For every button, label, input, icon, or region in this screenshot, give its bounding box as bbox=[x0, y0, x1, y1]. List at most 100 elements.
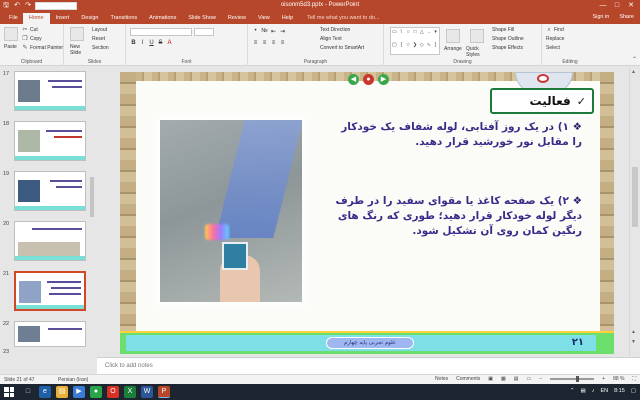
share-button[interactable]: Share bbox=[619, 14, 634, 20]
shapes-gallery[interactable]: ▭ \ ○ □ △ → ▾ ▢ { ☆ ❯ ◇ ∿ } bbox=[390, 27, 440, 55]
activity-item-1[interactable]: ❖ ۱) در یک روز آفتابی، لوله شفاف یک خودک… bbox=[334, 120, 582, 150]
tab-home[interactable]: Home bbox=[22, 13, 50, 24]
tab-design[interactable]: Design bbox=[75, 13, 104, 24]
chrome-icon[interactable]: ● bbox=[90, 386, 102, 398]
normal-view-icon[interactable]: ▣ bbox=[488, 376, 493, 382]
shape-fill-button[interactable]: Shape Fill bbox=[492, 27, 514, 33]
paste-icon[interactable] bbox=[4, 27, 18, 41]
excel-icon[interactable]: X bbox=[124, 386, 136, 398]
align-left-icon[interactable]: ≡ bbox=[252, 40, 259, 46]
arrange-icon[interactable] bbox=[446, 29, 460, 43]
rectangle2-shape-icon[interactable]: □ bbox=[412, 28, 419, 41]
text-direction-button[interactable]: Text Direction bbox=[320, 27, 350, 33]
slide-thumbnail-active[interactable] bbox=[14, 271, 86, 311]
home-icon[interactable]: ● bbox=[363, 74, 374, 85]
slide-canvas[interactable]: ◀ ● ▶ فعالیت ✓ ❖ ۱) در یک روز آفتابی، لو… bbox=[120, 72, 614, 354]
brace2-shape-icon[interactable]: } bbox=[432, 41, 439, 54]
tab-transitions[interactable]: Transitions bbox=[104, 13, 143, 24]
bold-icon[interactable]: B bbox=[130, 40, 137, 46]
next-slide-icon[interactable]: ▼ bbox=[631, 339, 636, 345]
vertical-scrollbar[interactable]: ▲ ▲ ▼ bbox=[629, 67, 640, 356]
replace-button[interactable]: Replace bbox=[546, 36, 564, 42]
zoom-slider[interactable] bbox=[550, 376, 595, 382]
oval-shape-icon[interactable]: ○ bbox=[405, 28, 412, 41]
indent-increase-icon[interactable]: ⇥ bbox=[279, 28, 286, 35]
file-explorer-icon[interactable]: ▤ bbox=[56, 386, 68, 398]
italic-icon[interactable]: I bbox=[139, 40, 146, 46]
align-center-icon[interactable]: ≡ bbox=[261, 40, 268, 46]
quick-styles-button[interactable]: Quick Styles bbox=[466, 46, 488, 58]
tab-view[interactable]: View bbox=[252, 13, 276, 24]
indent-decrease-icon[interactable]: ⇤ bbox=[270, 28, 277, 35]
minimize-button[interactable]: — bbox=[596, 0, 610, 12]
clock[interactable]: 8:15 bbox=[614, 388, 625, 394]
slide-thumbnail[interactable] bbox=[14, 171, 86, 211]
diamond-shape-icon[interactable]: ◇ bbox=[418, 41, 425, 54]
fit-slide-icon[interactable]: ⛶ bbox=[632, 376, 636, 382]
smartart-button[interactable]: Convert to SmartArt bbox=[320, 45, 364, 51]
language-indicator[interactable]: Persian (Iran) bbox=[58, 377, 88, 383]
slide-thumbnail[interactable] bbox=[14, 121, 86, 161]
tray-arrow-icon[interactable]: ⌃ bbox=[570, 388, 575, 394]
scroll-up-icon[interactable]: ▲ bbox=[631, 69, 636, 75]
next-arrow-icon[interactable]: ▶ bbox=[378, 74, 389, 85]
slide-thumbnail[interactable] bbox=[14, 321, 86, 347]
strikethrough-icon[interactable]: S bbox=[157, 40, 164, 46]
zoom-in-icon[interactable]: + bbox=[602, 376, 605, 382]
zoom-slider-thumb[interactable] bbox=[576, 376, 580, 382]
reading-view-icon[interactable]: ▤ bbox=[514, 376, 519, 382]
thumbnail-scroll-grip[interactable] bbox=[90, 177, 94, 217]
line-shape-icon[interactable]: \ bbox=[398, 28, 405, 41]
slideshow-view-icon[interactable]: ▭ bbox=[527, 376, 532, 382]
shape-outline-button[interactable]: Shape Outline bbox=[492, 36, 524, 42]
task-view-icon[interactable]: □ bbox=[22, 386, 34, 398]
tab-animations[interactable]: Animations bbox=[143, 13, 182, 24]
select-button[interactable]: Select bbox=[546, 45, 560, 51]
new-slide-button[interactable]: New Slide bbox=[70, 44, 90, 56]
layout-button[interactable]: Layout bbox=[92, 27, 107, 33]
notes-toggle[interactable]: Notes bbox=[435, 376, 448, 382]
sorter-view-icon[interactable]: ▦ bbox=[501, 376, 506, 382]
tab-review[interactable]: Review bbox=[222, 13, 252, 24]
quick-styles-icon[interactable] bbox=[470, 29, 484, 43]
slide-thumbnail[interactable] bbox=[14, 71, 86, 111]
zoom-level[interactable]: 88 % bbox=[613, 376, 624, 382]
format-painter-button[interactable]: ✎ Format Painter bbox=[22, 45, 63, 51]
thumbnail-scrollbar[interactable] bbox=[89, 67, 95, 356]
windows-start-icon[interactable] bbox=[4, 387, 14, 397]
input-language[interactable]: EN bbox=[600, 388, 608, 394]
triangle-shape-icon[interactable]: △ bbox=[418, 28, 425, 41]
font-size-input[interactable] bbox=[194, 28, 214, 36]
bullets-icon[interactable]: • bbox=[252, 28, 259, 35]
opera-icon[interactable]: O bbox=[107, 386, 119, 398]
close-button[interactable]: ✕ bbox=[624, 0, 638, 12]
rectangle-shape-icon[interactable]: ▭ bbox=[391, 28, 398, 41]
section-button[interactable]: Section bbox=[92, 45, 109, 51]
star-shape-icon[interactable]: ☆ bbox=[405, 41, 412, 54]
align-right-icon[interactable]: ≡ bbox=[270, 40, 277, 46]
notifications-icon[interactable]: ▢ bbox=[631, 388, 636, 394]
slide-thumbnail[interactable] bbox=[14, 221, 86, 261]
chevron-shape-icon[interactable]: ❯ bbox=[412, 41, 419, 54]
activity-label-box[interactable]: فعالیت ✓ bbox=[490, 88, 594, 114]
ie-browser-icon[interactable]: e bbox=[39, 386, 51, 398]
media-player-icon[interactable]: ▶ bbox=[73, 386, 85, 398]
curve-shape-icon[interactable]: ∿ bbox=[425, 41, 432, 54]
comments-toggle[interactable]: Comments bbox=[456, 376, 480, 382]
more-shapes-icon[interactable]: ▾ bbox=[432, 28, 439, 41]
align-text-button[interactable]: Align Text bbox=[320, 36, 342, 42]
activity-item-2[interactable]: ❖ ۲) یک صفحه کاغذ یا مقوای سفید را در طر… bbox=[334, 194, 583, 239]
network-icon[interactable]: ▤ bbox=[580, 388, 585, 394]
tell-me-search[interactable]: Tell me what you want to do... bbox=[299, 13, 379, 24]
find-button[interactable]: ⌕ Find bbox=[546, 27, 563, 33]
shape-effects-button[interactable]: Shape Effects bbox=[492, 45, 523, 51]
numbering-icon[interactable]: № bbox=[261, 28, 268, 35]
reset-button[interactable]: Reset bbox=[92, 36, 105, 42]
arrow-shape-icon[interactable]: → bbox=[425, 28, 432, 41]
sign-in-link[interactable]: Sign in bbox=[592, 14, 609, 20]
paste-button[interactable]: Paste bbox=[4, 44, 17, 50]
tab-file[interactable]: File bbox=[4, 13, 23, 24]
prev-slide-icon[interactable]: ▲ bbox=[631, 329, 636, 335]
collapse-ribbon-icon[interactable]: ⌃ bbox=[632, 56, 637, 63]
arrange-button[interactable]: Arrange bbox=[444, 46, 462, 52]
